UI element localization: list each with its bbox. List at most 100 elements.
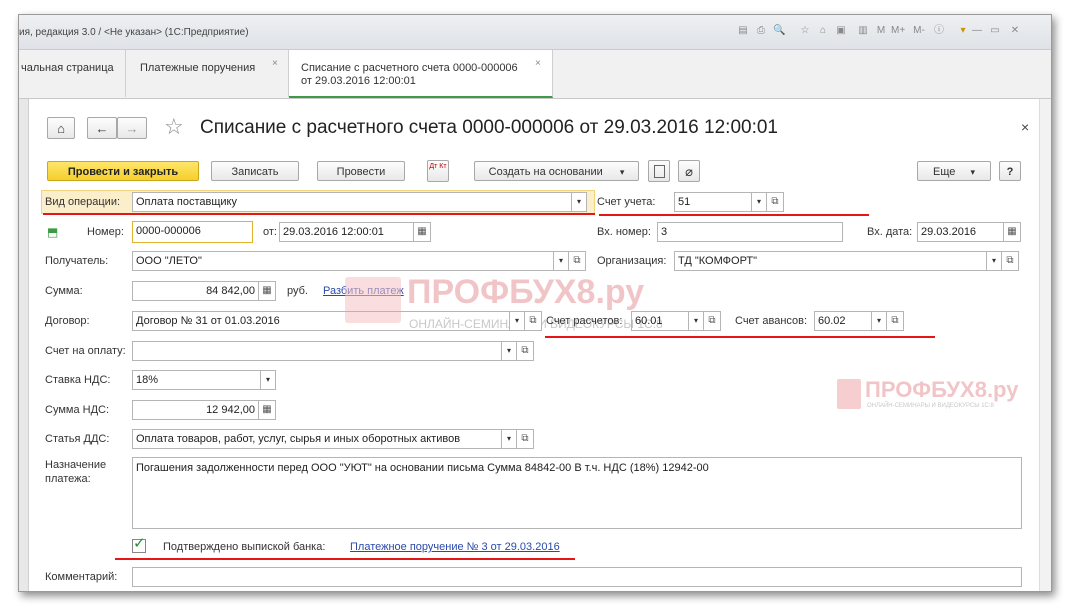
back-button[interactable]: ← (87, 117, 117, 139)
advance-account-dropdown[interactable]: ▾ (872, 311, 887, 331)
account-open-button[interactable]: ⧉ (767, 192, 784, 212)
report-button[interactable] (648, 160, 670, 182)
home-button[interactable]: ⌂ (47, 117, 75, 139)
calculator-icon: ▦ (262, 404, 272, 415)
tab-payment-orders[interactable]: Платежные поручения × (126, 50, 289, 97)
memory-minus-icon[interactable]: ⓘ (931, 25, 947, 37)
contract-label: Договор: (45, 315, 90, 327)
recipient-dropdown[interactable]: ▾ (554, 251, 569, 271)
favorites-icon[interactable]: ☆ (799, 25, 811, 37)
recipient-open-button[interactable]: ⧉ (569, 251, 586, 271)
open-icon: ⧉ (521, 433, 529, 444)
print-icon[interactable]: ⎙ (755, 25, 767, 37)
vat-rate-label: Ставка НДС: (45, 374, 111, 386)
info-icon[interactable]: ▾ (957, 25, 969, 37)
op-type-dropdown[interactable]: ▾ (572, 192, 587, 212)
vat-calculator-button[interactable]: ▦ (259, 400, 276, 420)
payment-order-link[interactable]: Платежное поручение № 3 от 29.03.2016 (350, 541, 560, 553)
close-icon[interactable]: × (1021, 119, 1029, 135)
dds-dropdown[interactable]: ▾ (502, 429, 517, 449)
contract-open-button[interactable]: ⧉ (525, 311, 542, 331)
close-window-icon[interactable] (1029, 25, 1041, 37)
in-date-field[interactable]: 29.03.2016 (917, 222, 1004, 242)
attach-button[interactable]: ⌀ (678, 160, 700, 182)
close-icon[interactable]: × (272, 58, 278, 69)
bank-confirmed-label: Подтверждено выпиской банка: (163, 541, 326, 553)
maximize-icon[interactable]: ✕ (1009, 25, 1021, 37)
save-icon[interactable]: ▤ (737, 25, 749, 37)
dds-open-button[interactable]: ⧉ (517, 429, 534, 449)
recipient-field[interactable]: ООО "ЛЕТО" (132, 251, 554, 271)
help-button[interactable]: ? (999, 161, 1021, 181)
save-button[interactable]: Записать (211, 161, 299, 181)
from-label: от: (263, 226, 277, 238)
comment-field[interactable] (132, 567, 1022, 587)
history-icon[interactable]: ▣ (835, 25, 847, 37)
create-based-on-button[interactable]: Создать на основании ▾ (474, 161, 639, 181)
op-type-label: Вид операции: (45, 196, 121, 208)
memory-plus-icon[interactable]: M- (911, 25, 927, 37)
checkmark-icon: ✓ (133, 535, 146, 552)
sum-field[interactable]: 84 842,00 (132, 281, 259, 301)
close-icon[interactable]: × (535, 58, 541, 69)
red-underline (115, 558, 575, 560)
tab-label: Списание с расчетного счета 0000-000006 (301, 62, 518, 74)
star-icon[interactable]: ☆ (164, 114, 184, 140)
dds-label: Статья ДДС: (45, 433, 110, 445)
sum-label: Сумма: (45, 285, 83, 297)
calendar-icon[interactable]: M (875, 25, 887, 37)
memory-icon[interactable]: M+ (891, 25, 905, 37)
op-type-field[interactable]: Оплата поставщику (132, 192, 572, 212)
advance-account-field[interactable]: 60.02 (814, 311, 872, 331)
invoice-field[interactable] (132, 341, 502, 361)
contract-field[interactable]: Договор № 31 от 01.03.2016 (132, 311, 510, 331)
dds-field[interactable]: Оплата товаров, работ, услуг, сырья и ин… (132, 429, 502, 449)
calculator-icon[interactable]: ▥ (857, 25, 869, 37)
chevron-down-icon[interactable]: — (971, 25, 983, 37)
number-label: Номер: (87, 226, 124, 238)
invoice-open-button[interactable]: ⧉ (517, 341, 534, 361)
red-underline (599, 214, 869, 216)
contract-dropdown[interactable]: ▾ (510, 311, 525, 331)
org-open-button[interactable]: ⧉ (1002, 251, 1019, 271)
paperclip-icon: ⌀ (685, 164, 693, 179)
chevron-down-icon: ▾ (970, 167, 975, 177)
sum-calculator-button[interactable]: ▦ (259, 281, 276, 301)
account-label: Счет учета: (597, 196, 656, 208)
preview-icon[interactable]: 🔍 (773, 25, 785, 37)
date-picker-button[interactable]: ▦ (414, 222, 431, 242)
advance-account-label: Счет авансов: (735, 315, 808, 327)
watermark-brand: ПРОФБУХ8.ру (865, 377, 1019, 402)
purpose-textarea[interactable]: Погашения задолженности перед ООО "УЮТ" … (132, 457, 1022, 529)
settle-account-field[interactable]: 60.01 (631, 311, 689, 331)
account-field[interactable]: 51 (674, 192, 752, 212)
settle-account-open-button[interactable]: ⧉ (704, 311, 721, 331)
invoice-dropdown[interactable]: ▾ (502, 341, 517, 361)
org-dropdown[interactable]: ▾ (987, 251, 1002, 271)
dt-kt-button[interactable]: Дт Кт (427, 160, 449, 182)
post-and-close-button[interactable]: Провести и закрыть (47, 161, 199, 181)
home-icon[interactable]: ⌂ (817, 25, 829, 37)
date-field[interactable]: 29.03.2016 12:00:01 (279, 222, 414, 242)
app-window: ия, редакция 3.0 / <Не указан> (1С:Предп… (18, 14, 1052, 592)
scrollbar[interactable] (1039, 99, 1051, 591)
vat-rate-field[interactable]: 18% (132, 370, 261, 390)
org-field[interactable]: ТД "КОМФОРТ" (674, 251, 987, 271)
forward-button[interactable]: → (117, 117, 147, 139)
in-date-picker-button[interactable]: ▦ (1004, 222, 1021, 242)
number-field[interactable]: 0000-000006 (132, 221, 253, 243)
account-dropdown[interactable]: ▾ (752, 192, 767, 212)
vat-sum-field[interactable]: 12 942,00 (132, 400, 259, 420)
in-number-field[interactable]: 3 (657, 222, 843, 242)
settle-account-dropdown[interactable]: ▾ (689, 311, 704, 331)
tab-current-document[interactable]: Списание с расчетного счета 0000-000006 … (289, 50, 553, 98)
tab-home[interactable]: чальная страница (19, 50, 126, 97)
post-button[interactable]: Провести (317, 161, 405, 181)
vat-rate-dropdown[interactable]: ▾ (261, 370, 276, 390)
more-label: Еще (933, 166, 956, 178)
advance-account-open-button[interactable]: ⧉ (887, 311, 904, 331)
watermark-logo (837, 379, 861, 409)
minimize-icon[interactable]: ▭ (989, 25, 1001, 37)
recipient-label: Получатель: (45, 255, 109, 267)
more-button[interactable]: Еще ▾ (917, 161, 991, 181)
